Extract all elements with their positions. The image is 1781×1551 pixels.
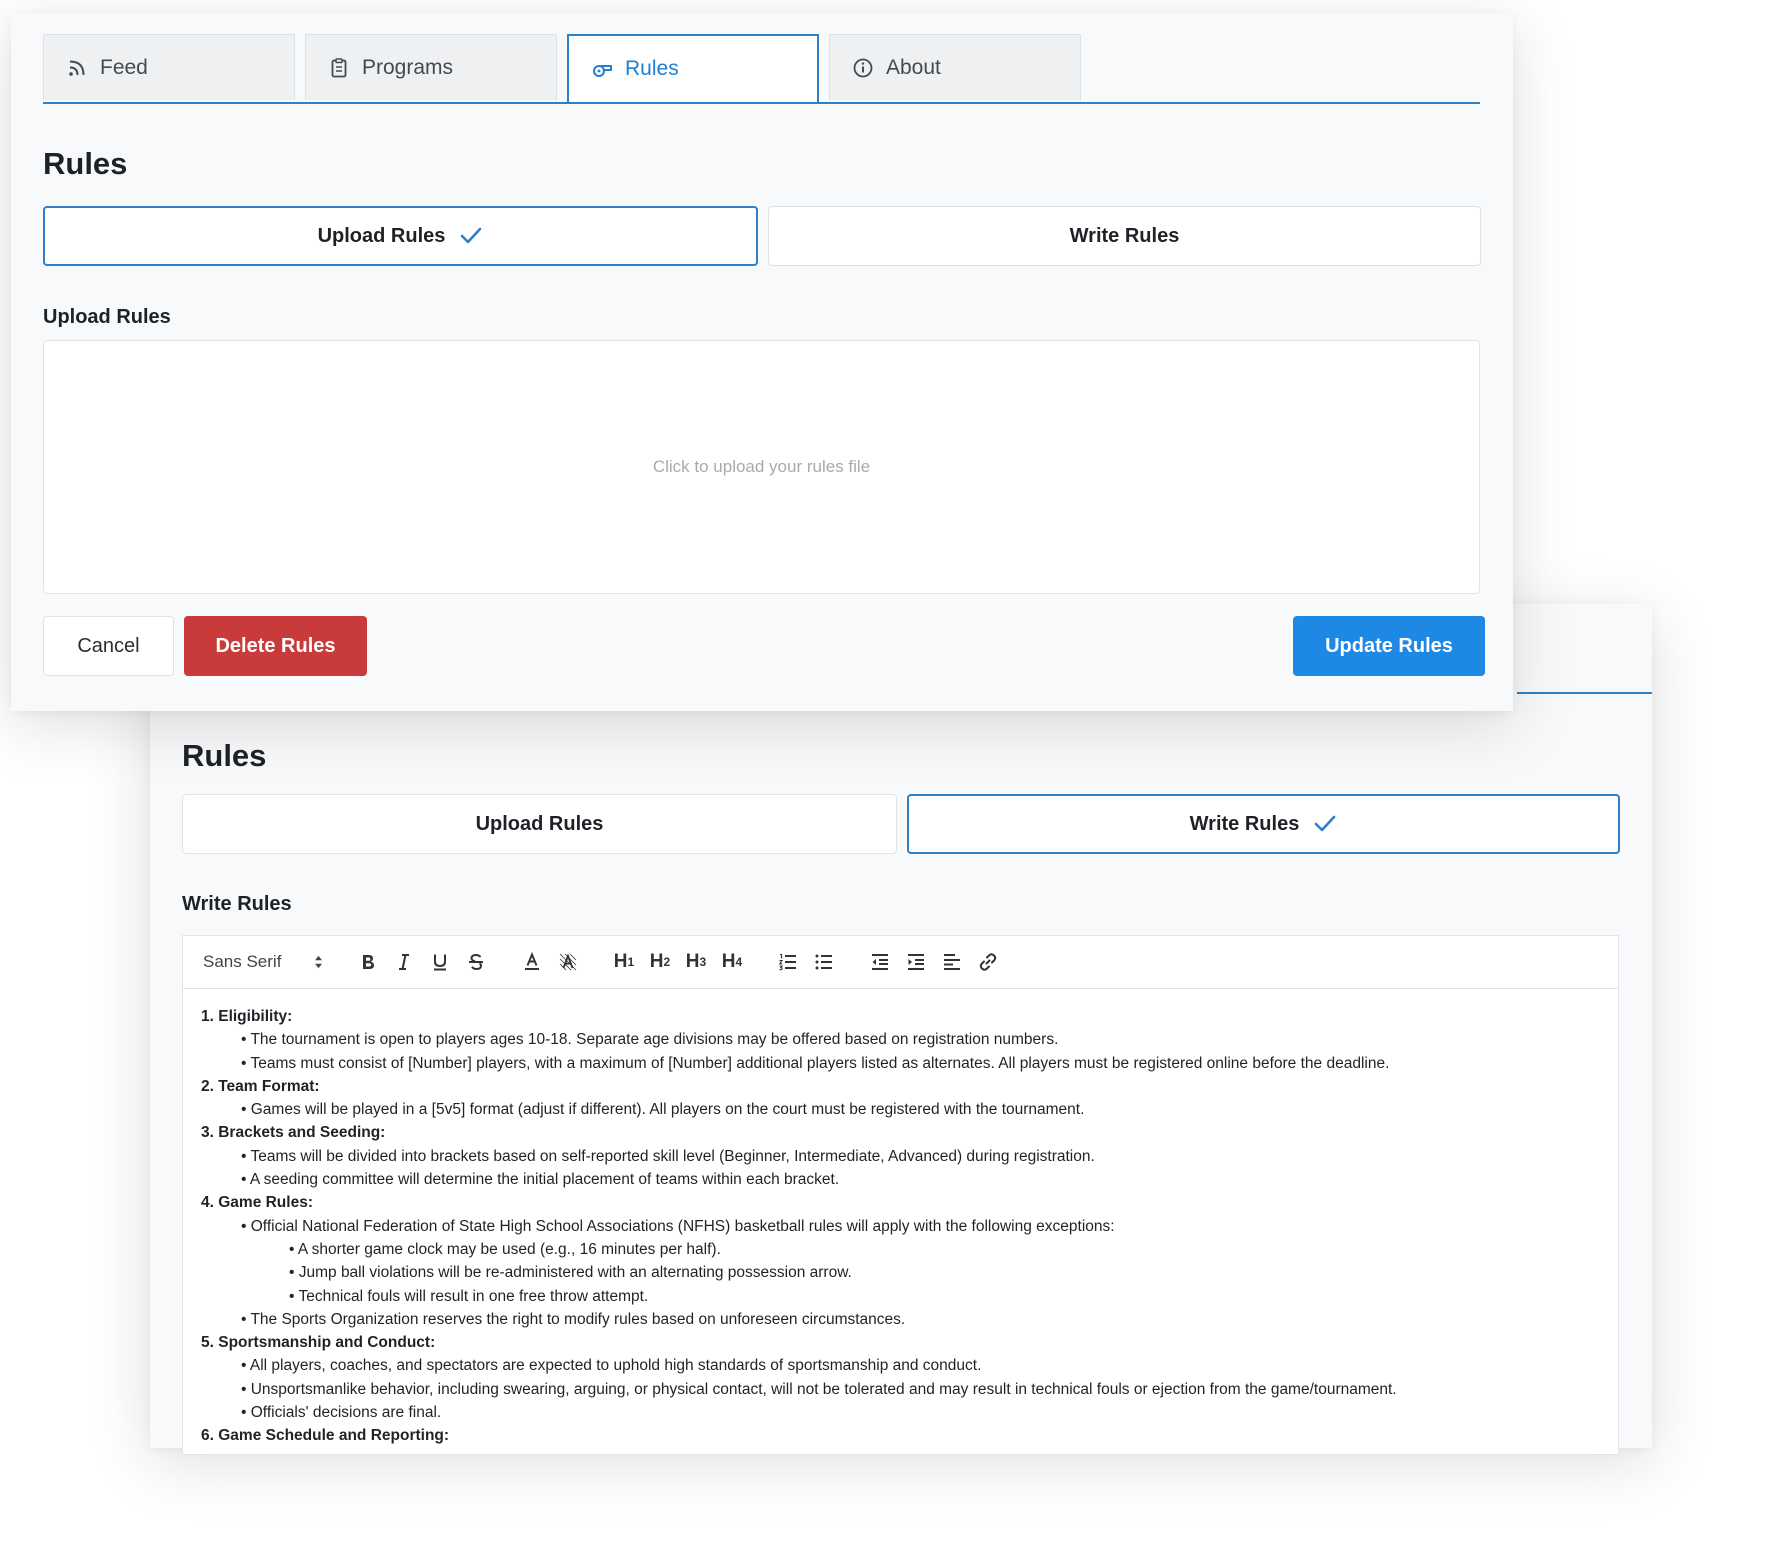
italic-icon[interactable]: [389, 947, 419, 977]
h2-icon[interactable]: H2: [645, 947, 675, 977]
align-icon[interactable]: [937, 947, 967, 977]
delete-rules-button[interactable]: Delete Rules: [184, 616, 367, 676]
rule-bullet: • All players, coaches, and spectators a…: [241, 1357, 982, 1375]
tab-rules[interactable]: Rules: [567, 34, 819, 102]
tab-rules-label: Rules: [625, 57, 679, 80]
write-rules-toggle-label: Write Rules: [1189, 812, 1300, 835]
h1-icon[interactable]: H1: [609, 947, 639, 977]
tab-programs[interactable]: Programs: [305, 34, 557, 100]
write-rules-toggle[interactable]: Write Rules: [768, 206, 1481, 266]
info-icon: [853, 58, 873, 77]
bullet-list-icon[interactable]: [809, 947, 839, 977]
checkmark-icon: [461, 227, 482, 244]
upload-rules-toggle-label: Upload Rules: [317, 224, 446, 247]
rule-heading: 4. Game Rules:: [201, 1194, 313, 1212]
rss-icon: [69, 60, 85, 76]
h3-icon[interactable]: H3: [681, 947, 711, 977]
page-title: Rules: [182, 738, 267, 773]
clipboard-icon: [331, 57, 347, 77]
write-rules-toggle-label: Write Rules: [1069, 224, 1180, 247]
rule-heading: 2. Team Format:: [201, 1077, 320, 1095]
ordered-list-icon[interactable]: [773, 947, 803, 977]
rule-bullet: • Jump ball violations will be re-admini…: [289, 1264, 852, 1282]
upload-rules-label: Upload Rules: [43, 306, 171, 328]
upload-rules-toggle[interactable]: Upload Rules: [182, 794, 897, 854]
rule-bullet: • A shorter game clock may be used (e.g.…: [289, 1240, 721, 1258]
write-rules-panel: Rules Upload Rules Write Rules Write Rul…: [150, 604, 1652, 1455]
tab-programs-label: Programs: [362, 55, 454, 79]
rule-bullet: • A seeding committee will determine the…: [241, 1171, 840, 1189]
text-color-icon[interactable]: [517, 947, 547, 977]
upload-rules-toggle-label: Upload Rules: [475, 812, 604, 835]
rule-bullet: • Officials' decisions are final.: [241, 1404, 442, 1422]
tab-bar: Feed Programs Rules About: [43, 34, 1480, 104]
tab-about[interactable]: About: [829, 34, 1081, 100]
rule-heading: 3. Brackets and Seeding:: [201, 1124, 386, 1142]
font-family-value: Sans Serif: [203, 952, 282, 971]
rule-bullet: • Unsportsmanlike behavior, including sw…: [241, 1380, 1397, 1398]
rule-bullet: • Technical fouls will result in one fre…: [289, 1287, 649, 1305]
whistle-icon: [593, 65, 612, 77]
rule-heading: 6. Game Schedule and Reporting:: [201, 1427, 450, 1445]
upload-rules-panel: Feed Programs Rules About Rules Upload R…: [11, 13, 1513, 711]
page-title: Rules: [43, 146, 128, 181]
rule-bullet: • The Sports Organization reserves the r…: [241, 1310, 906, 1328]
upload-dropzone[interactable]: Click to upload your rules file: [43, 340, 1480, 594]
bold-icon[interactable]: [353, 947, 383, 977]
upload-rules-toggle[interactable]: Upload Rules: [43, 206, 758, 266]
font-family-select[interactable]: Sans Serif: [203, 952, 323, 972]
outdent-icon[interactable]: [865, 947, 895, 977]
rule-bullet: • Teams will be divided into brackets ba…: [241, 1147, 1095, 1165]
underline-icon[interactable]: [425, 947, 455, 977]
rule-heading: 1. Eligibility:: [201, 1008, 293, 1025]
dropzone-text: Click to upload your rules file: [652, 457, 871, 476]
rule-bullet: • Official National Federation of State …: [241, 1217, 1115, 1235]
write-rules-label: Write Rules: [182, 893, 292, 915]
editor-toolbar: Sans Serif H1 H2 H3 H4: [183, 936, 1618, 989]
rule-heading: 5. Sportsmanship and Conduct:: [201, 1334, 436, 1352]
cancel-button[interactable]: Cancel: [43, 616, 174, 676]
rich-text-editor[interactable]: Sans Serif H1 H2 H3 H4 1. Eligibility: •…: [182, 935, 1619, 1455]
rule-bullet: • The tournament is open to players ages…: [241, 1031, 1059, 1049]
highlight-icon[interactable]: [553, 947, 583, 977]
update-rules-button[interactable]: Update Rules: [1293, 616, 1485, 676]
rule-bullet: • Teams must consist of [Number] players…: [241, 1054, 1390, 1072]
rule-bullet: • Games will be played in a [5v5] format…: [241, 1101, 1085, 1119]
editor-content[interactable]: 1. Eligibility: • The tournament is open …: [183, 989, 1618, 1448]
tab-feed[interactable]: Feed: [43, 34, 295, 100]
tab-feed-label: Feed: [100, 55, 148, 79]
checkmark-icon: [1315, 815, 1336, 832]
write-rules-toggle[interactable]: Write Rules: [907, 794, 1620, 854]
strikethrough-icon[interactable]: [461, 947, 491, 977]
h4-icon[interactable]: H4: [717, 947, 747, 977]
tab-underline: [1517, 692, 1652, 694]
link-icon[interactable]: [973, 947, 1003, 977]
tab-about-label: About: [886, 55, 941, 79]
select-arrows-icon: [315, 955, 322, 969]
indent-icon[interactable]: [901, 947, 931, 977]
